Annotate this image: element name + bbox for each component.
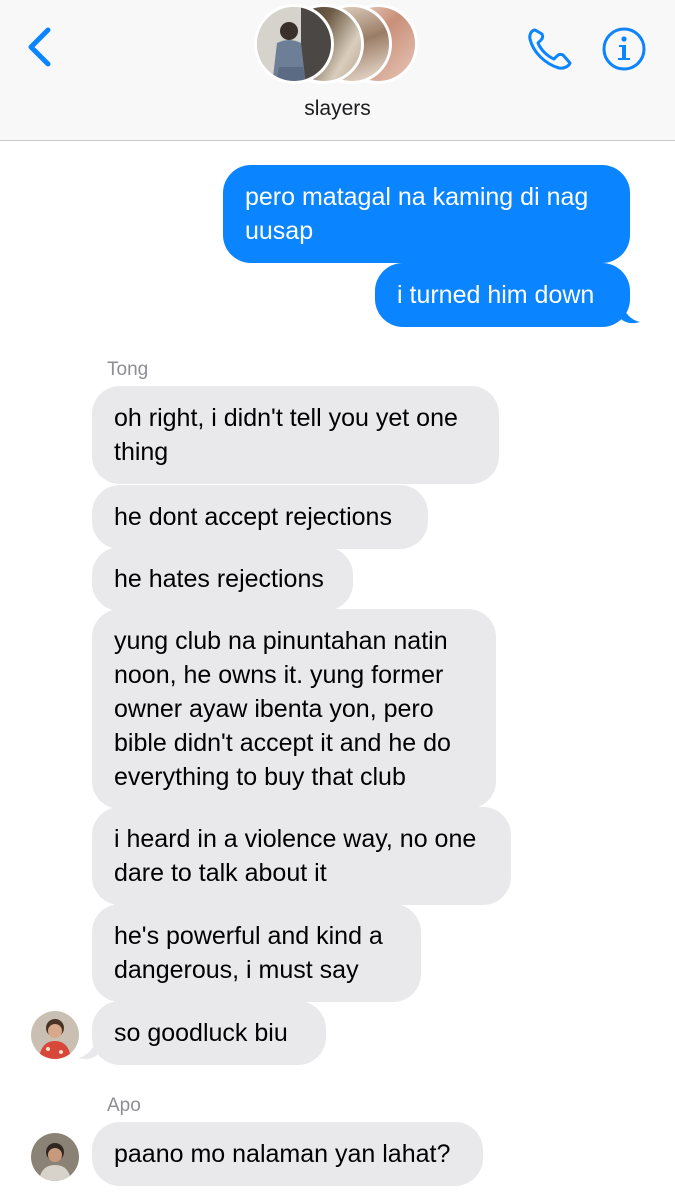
avatar[interactable]: [31, 1133, 79, 1181]
info-button[interactable]: [601, 26, 647, 72]
back-button[interactable]: [22, 26, 62, 68]
sender-name: Apo: [107, 1095, 141, 1116]
call-button[interactable]: [525, 26, 575, 72]
avatar[interactable]: [31, 1011, 79, 1059]
incoming-message-bubble[interactable]: he dont accept rejections: [92, 485, 428, 549]
group-avatar-stack[interactable]: [254, 4, 424, 86]
chat-header: slayers: [0, 0, 675, 141]
group-member-avatar: [254, 4, 334, 84]
incoming-message-bubble[interactable]: paano mo nalaman yan lahat?: [92, 1122, 483, 1186]
phone-icon: [528, 28, 572, 70]
incoming-bubble-tail: [78, 1036, 100, 1060]
sender-name: Tong: [107, 359, 149, 380]
chat-title[interactable]: slayers: [0, 97, 675, 121]
incoming-message-bubble[interactable]: he hates rejections: [92, 547, 353, 611]
incoming-message-bubble[interactable]: yung club na pinuntahan natin noon, he o…: [92, 609, 496, 809]
incoming-message-bubble[interactable]: oh right, i didn't tell you yet one thin…: [92, 386, 499, 484]
incoming-message-bubble[interactable]: i heard in a violence way, no one dare t…: [92, 807, 511, 905]
info-icon: [602, 27, 646, 71]
outgoing-message-bubble[interactable]: pero matagal na kaming di nag uusap: [223, 165, 630, 263]
incoming-message-bubble[interactable]: so goodluck biu: [92, 1001, 326, 1065]
chevron-left-icon: [28, 27, 51, 67]
outgoing-bubble-tail: [618, 300, 640, 324]
incoming-message-bubble[interactable]: he's powerful and kind a dangerous, i mu…: [92, 904, 421, 1002]
outgoing-message-bubble[interactable]: i turned him down: [375, 263, 630, 327]
